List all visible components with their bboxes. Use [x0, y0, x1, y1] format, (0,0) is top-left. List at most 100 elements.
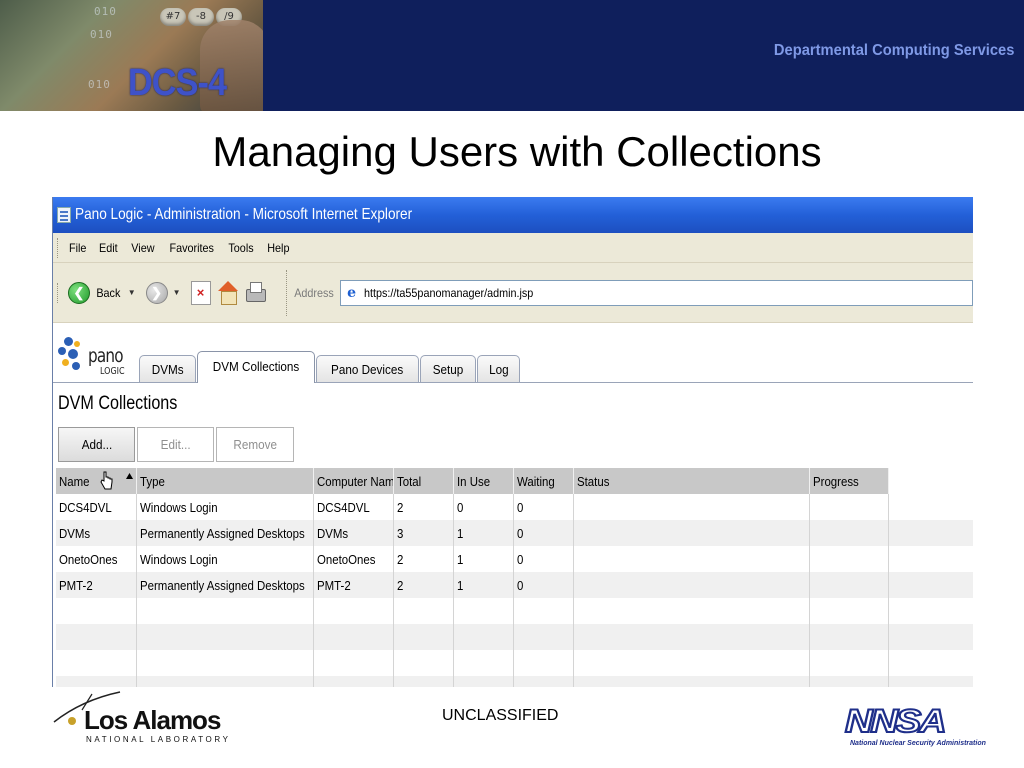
- toolbar-grip[interactable]: [57, 282, 60, 303]
- column-header-computer-name[interactable]: Computer Name: [313, 468, 394, 494]
- back-dropdown-icon[interactable]: ▼: [128, 288, 136, 297]
- nnsa-wordmark: NNSA: [844, 702, 948, 740]
- column-header-in-use[interactable]: In Use: [453, 468, 514, 494]
- table-row[interactable]: OnetoOnes Windows Login OnetoOnes 2 1 0: [56, 546, 973, 572]
- cell-waiting: 0: [513, 546, 574, 572]
- forward-dropdown-icon[interactable]: ▼: [173, 288, 181, 297]
- standard-toolbar: ❮ Back ▼ ❯ ▼ × Address e https://ta55pan…: [53, 263, 973, 323]
- tab-pano-devices[interactable]: Pano Devices: [316, 355, 419, 382]
- table-row[interactable]: DVMs Permanently Assigned Desktops DVMs …: [56, 520, 973, 546]
- menu-tools[interactable]: Tools: [229, 241, 254, 255]
- tab-bar: DVMs DVM Collections Pano Devices Setup …: [139, 351, 521, 383]
- add-button[interactable]: Add...: [58, 427, 135, 462]
- window-title: Pano Logic - Administration - Microsoft …: [75, 206, 413, 223]
- cell-name: PMT-2: [56, 572, 137, 598]
- dcs4-logo: DCS-4: [128, 62, 227, 104]
- classification-label: UNCLASSIFIED: [442, 707, 559, 724]
- back-button-label[interactable]: Back: [96, 286, 120, 300]
- banner-photo: 010 010 010 #7 -8 /9 DCS-4: [0, 0, 263, 111]
- table-row[interactable]: PMT-2 Permanently Assigned Desktops PMT-…: [56, 572, 973, 598]
- cell-status: [573, 494, 810, 520]
- cell-progress: [809, 546, 889, 572]
- cell-name: DVMs: [56, 520, 137, 546]
- lanl-subtitle: NATIONAL LABORATORY: [86, 735, 231, 744]
- menu-file[interactable]: File: [69, 241, 86, 255]
- column-header-total[interactable]: Total: [393, 468, 454, 494]
- cell-status: [573, 546, 810, 572]
- tab-dvms[interactable]: DVMs: [139, 355, 197, 382]
- cell-total: 3: [393, 520, 454, 546]
- address-bar[interactable]: e https://ta55panomanager/admin.jsp: [339, 279, 973, 306]
- pano-logic-logo: pano LOGIC: [58, 335, 138, 381]
- address-url[interactable]: https://ta55panomanager/admin.jsp: [364, 286, 533, 300]
- logic-wordmark: LOGIC: [100, 366, 125, 377]
- empty-row: [56, 650, 973, 676]
- empty-row: [56, 676, 973, 687]
- empty-row: [56, 624, 973, 650]
- column-header-progress[interactable]: Progress: [809, 468, 889, 494]
- browser-window: Pano Logic - Administration - Microsoft …: [52, 197, 973, 687]
- cell-name: OnetoOnes: [56, 546, 137, 572]
- app-page: pano LOGIC DVMs DVM Collections Pano Dev…: [53, 330, 973, 687]
- cell-in-use: 1: [453, 572, 514, 598]
- cell-type: Windows Login: [136, 546, 314, 572]
- sort-ascending-icon[interactable]: [126, 473, 134, 479]
- column-header-filler: [888, 468, 973, 494]
- cell-type: Permanently Assigned Desktops: [136, 520, 314, 546]
- cell-type: Permanently Assigned Desktops: [136, 572, 314, 598]
- cell-total: 2: [393, 494, 454, 520]
- cell-in-use: 1: [453, 546, 514, 572]
- cell-progress: [809, 572, 889, 598]
- cell-status: [573, 520, 810, 546]
- cell-name: DCS4DVL: [56, 494, 137, 520]
- cell-total: 2: [393, 572, 454, 598]
- print-icon[interactable]: [245, 281, 266, 305]
- lanl-name: Los Alamos: [84, 705, 221, 735]
- table-row[interactable]: DCS4DVL Windows Login DCS4DVL 2 0 0: [56, 494, 973, 520]
- department-name: Departmental Computing Services: [773, 42, 1014, 59]
- cell-total: 2: [393, 546, 454, 572]
- cell-computer-name: PMT-2: [313, 572, 394, 598]
- lanl-dot-icon: [68, 717, 76, 725]
- tab-log[interactable]: Log: [476, 355, 521, 382]
- address-label: Address: [293, 285, 334, 300]
- keypad-key: #7: [160, 8, 186, 26]
- hand-cursor-icon: [100, 471, 113, 490]
- stop-icon[interactable]: ×: [190, 280, 211, 305]
- tab-divider: [53, 382, 973, 383]
- column-header-status[interactable]: Status: [573, 468, 810, 494]
- cell-waiting: 0: [513, 572, 574, 598]
- nnsa-subtitle: National Nuclear Security Administration: [850, 740, 986, 747]
- cell-waiting: 0: [513, 520, 574, 546]
- menu-favorites[interactable]: Favorites: [169, 241, 213, 255]
- collections-table: Name Type Computer Name Total In Use Wai…: [56, 468, 973, 687]
- los-alamos-logo: Los Alamos NATIONAL LABORATORY: [52, 690, 252, 750]
- cell-in-use: 1: [453, 520, 514, 546]
- cell-waiting: 0: [513, 494, 574, 520]
- column-header-name[interactable]: Name: [56, 468, 137, 494]
- back-arrow-icon[interactable]: ❮: [68, 281, 90, 304]
- nnsa-logo: NNSA National Nuclear Security Administr…: [844, 702, 986, 751]
- menu-view[interactable]: View: [131, 241, 154, 255]
- remove-button[interactable]: Remove: [216, 427, 294, 462]
- tab-setup[interactable]: Setup: [419, 355, 476, 382]
- home-icon[interactable]: [217, 280, 238, 305]
- cell-computer-name: DVMs: [313, 520, 394, 546]
- edit-button[interactable]: Edit...: [137, 427, 214, 462]
- cell-type: Windows Login: [136, 494, 314, 520]
- column-header-waiting[interactable]: Waiting: [513, 468, 574, 494]
- ie-page-icon: e: [347, 284, 357, 301]
- slide-title: Managing Users with Collections: [212, 128, 822, 175]
- menu-help[interactable]: Help: [267, 241, 289, 255]
- pano-wordmark: pano: [88, 345, 124, 367]
- menu-edit[interactable]: Edit: [99, 241, 118, 255]
- forward-arrow-icon[interactable]: ❯: [145, 281, 168, 304]
- browser-titlebar[interactable]: Pano Logic - Administration - Microsoft …: [53, 197, 973, 233]
- page-icon: [57, 207, 71, 223]
- tab-dvm-collections[interactable]: DVM Collections: [197, 351, 316, 383]
- column-header-type[interactable]: Type: [136, 468, 314, 494]
- cell-computer-name: DCS4DVL: [313, 494, 394, 520]
- toolbar-grip[interactable]: [57, 237, 60, 258]
- toolbar-separator: [285, 269, 287, 316]
- empty-row: [56, 598, 973, 624]
